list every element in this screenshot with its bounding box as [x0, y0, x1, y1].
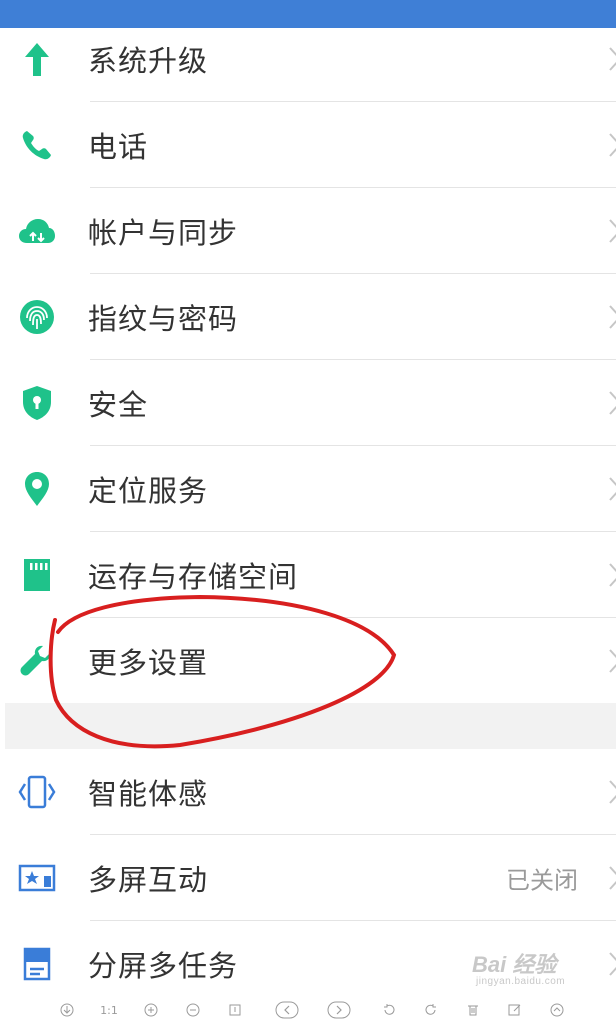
settings-item-location[interactable]: 定位服务: [5, 446, 616, 532]
settings-item-fingerprint-password[interactable]: 指纹与密码: [5, 274, 616, 360]
multi-screen-status: 已关闭: [506, 866, 578, 895]
watermark-url: jingyan.baidu.com: [476, 976, 566, 987]
rotate-right-icon[interactable]: [422, 1001, 440, 1019]
settings-item-label: 智能体感: [88, 777, 209, 811]
settings-item-label: 分屏多任务: [88, 949, 239, 983]
settings-item-label: 运存与存储空间: [88, 560, 299, 594]
chevron-right-icon: [609, 866, 616, 890]
zoom-reset-button[interactable]: 1:1: [98, 1001, 120, 1019]
settings-item-memory-storage[interactable]: 运存与存储空间: [5, 532, 616, 618]
chevron-right-icon: [609, 47, 616, 71]
chevron-right-icon: [609, 952, 616, 976]
screen-cast-icon: [17, 858, 57, 898]
sd-card-icon: [17, 555, 57, 595]
settings-item-label: 定位服务: [88, 474, 209, 508]
fit-screen-icon[interactable]: [226, 1001, 244, 1019]
rotate-left-icon[interactable]: [380, 1001, 398, 1019]
shield-icon: [17, 383, 57, 423]
chevron-right-icon: [609, 219, 616, 243]
download-icon[interactable]: [58, 1001, 76, 1019]
zoom-in-icon[interactable]: [142, 1001, 160, 1019]
settings-item-phone[interactable]: 电话: [5, 102, 616, 188]
edit-icon[interactable]: [506, 1001, 524, 1019]
settings-item-security[interactable]: 安全: [5, 360, 616, 446]
chevron-right-icon: [609, 563, 616, 587]
settings-item-label: 更多设置: [88, 646, 209, 680]
settings-item-account-sync[interactable]: 帐户与同步: [5, 188, 616, 274]
location-pin-icon: [17, 469, 57, 509]
settings-item-more-settings[interactable]: 更多设置: [5, 618, 616, 704]
watermark-title: Bai 经验: [472, 952, 557, 977]
delete-icon[interactable]: [464, 1001, 482, 1019]
settings-item-label: 帐户与同步: [88, 216, 239, 250]
chevron-right-icon: [609, 780, 616, 804]
motion-phone-icon: [17, 772, 57, 812]
section-spacer: [5, 703, 616, 749]
settings-item-label: 安全: [88, 388, 149, 422]
wrench-icon: [17, 641, 57, 681]
chevron-right-icon: [609, 649, 616, 673]
chevron-right-icon: [609, 305, 616, 329]
arrow-up-icon: [17, 39, 57, 79]
split-screen-icon: [17, 944, 57, 984]
cloud-sync-icon: [17, 211, 57, 251]
settings-item-multi-screen[interactable]: 多屏互动 已关闭: [5, 835, 616, 921]
settings-item-label: 系统升级: [88, 44, 209, 78]
settings-item-label: 电话: [88, 130, 149, 164]
baidu-jingyan-watermark: Bai 经验 jingyan.baidu.com: [472, 945, 584, 993]
phone-icon: [17, 125, 57, 165]
chevron-right-icon: [609, 477, 616, 501]
zoom-out-icon[interactable]: [184, 1001, 202, 1019]
settings-item-label: 指纹与密码: [88, 302, 239, 336]
settings-list: 系统升级 电话 帐户与同步 指纹与密码 安全 定位服务 运存与存储空间 更多设置…: [5, 33, 616, 999]
more-icon[interactable]: [548, 1001, 566, 1019]
chevron-right-icon: [609, 391, 616, 415]
settings-item-system-update[interactable]: 系统升级: [5, 16, 616, 102]
viewer-toolbar: 1:1: [0, 999, 616, 1021]
settings-item-smart-motion[interactable]: 智能体感: [5, 749, 616, 835]
previous-icon[interactable]: [274, 1001, 300, 1019]
fingerprint-icon: [17, 297, 57, 337]
chevron-right-icon: [609, 133, 616, 157]
next-icon[interactable]: [326, 1001, 352, 1019]
settings-item-label: 多屏互动: [88, 863, 209, 897]
